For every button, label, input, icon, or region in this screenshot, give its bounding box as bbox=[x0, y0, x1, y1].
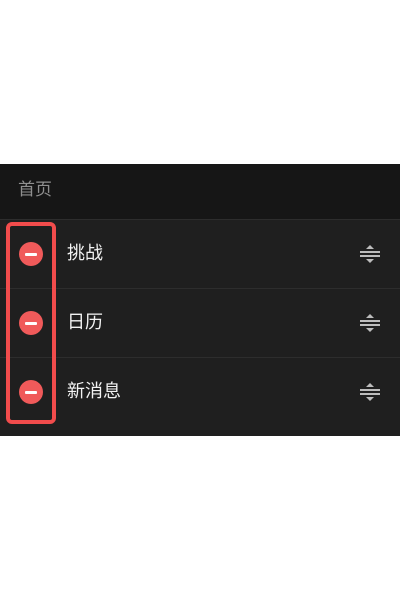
minus-circle-icon bbox=[25, 252, 37, 256]
list-item-label: 日历 bbox=[67, 312, 103, 333]
drag-handle-icon[interactable] bbox=[358, 382, 382, 402]
drag-handle-icon[interactable] bbox=[358, 244, 382, 264]
drag-handle-icon[interactable] bbox=[358, 313, 382, 333]
list-item-label: 新消息 bbox=[67, 381, 121, 402]
remove-button[interactable] bbox=[19, 311, 43, 335]
edit-tabs-panel: 首页 挑战 日历 新消息 bbox=[0, 164, 400, 436]
list-item-new-messages: 新消息 bbox=[0, 357, 400, 426]
section-header: 首页 bbox=[0, 164, 400, 219]
list-item-calendar: 日历 bbox=[0, 288, 400, 357]
remove-button[interactable] bbox=[19, 242, 43, 266]
list-item-label: 挑战 bbox=[67, 243, 103, 264]
list-item-challenge: 挑战 bbox=[0, 219, 400, 288]
minus-circle-icon bbox=[25, 321, 37, 325]
minus-circle-icon bbox=[25, 390, 37, 394]
remove-button[interactable] bbox=[19, 380, 43, 404]
section-title: 首页 bbox=[18, 180, 52, 200]
